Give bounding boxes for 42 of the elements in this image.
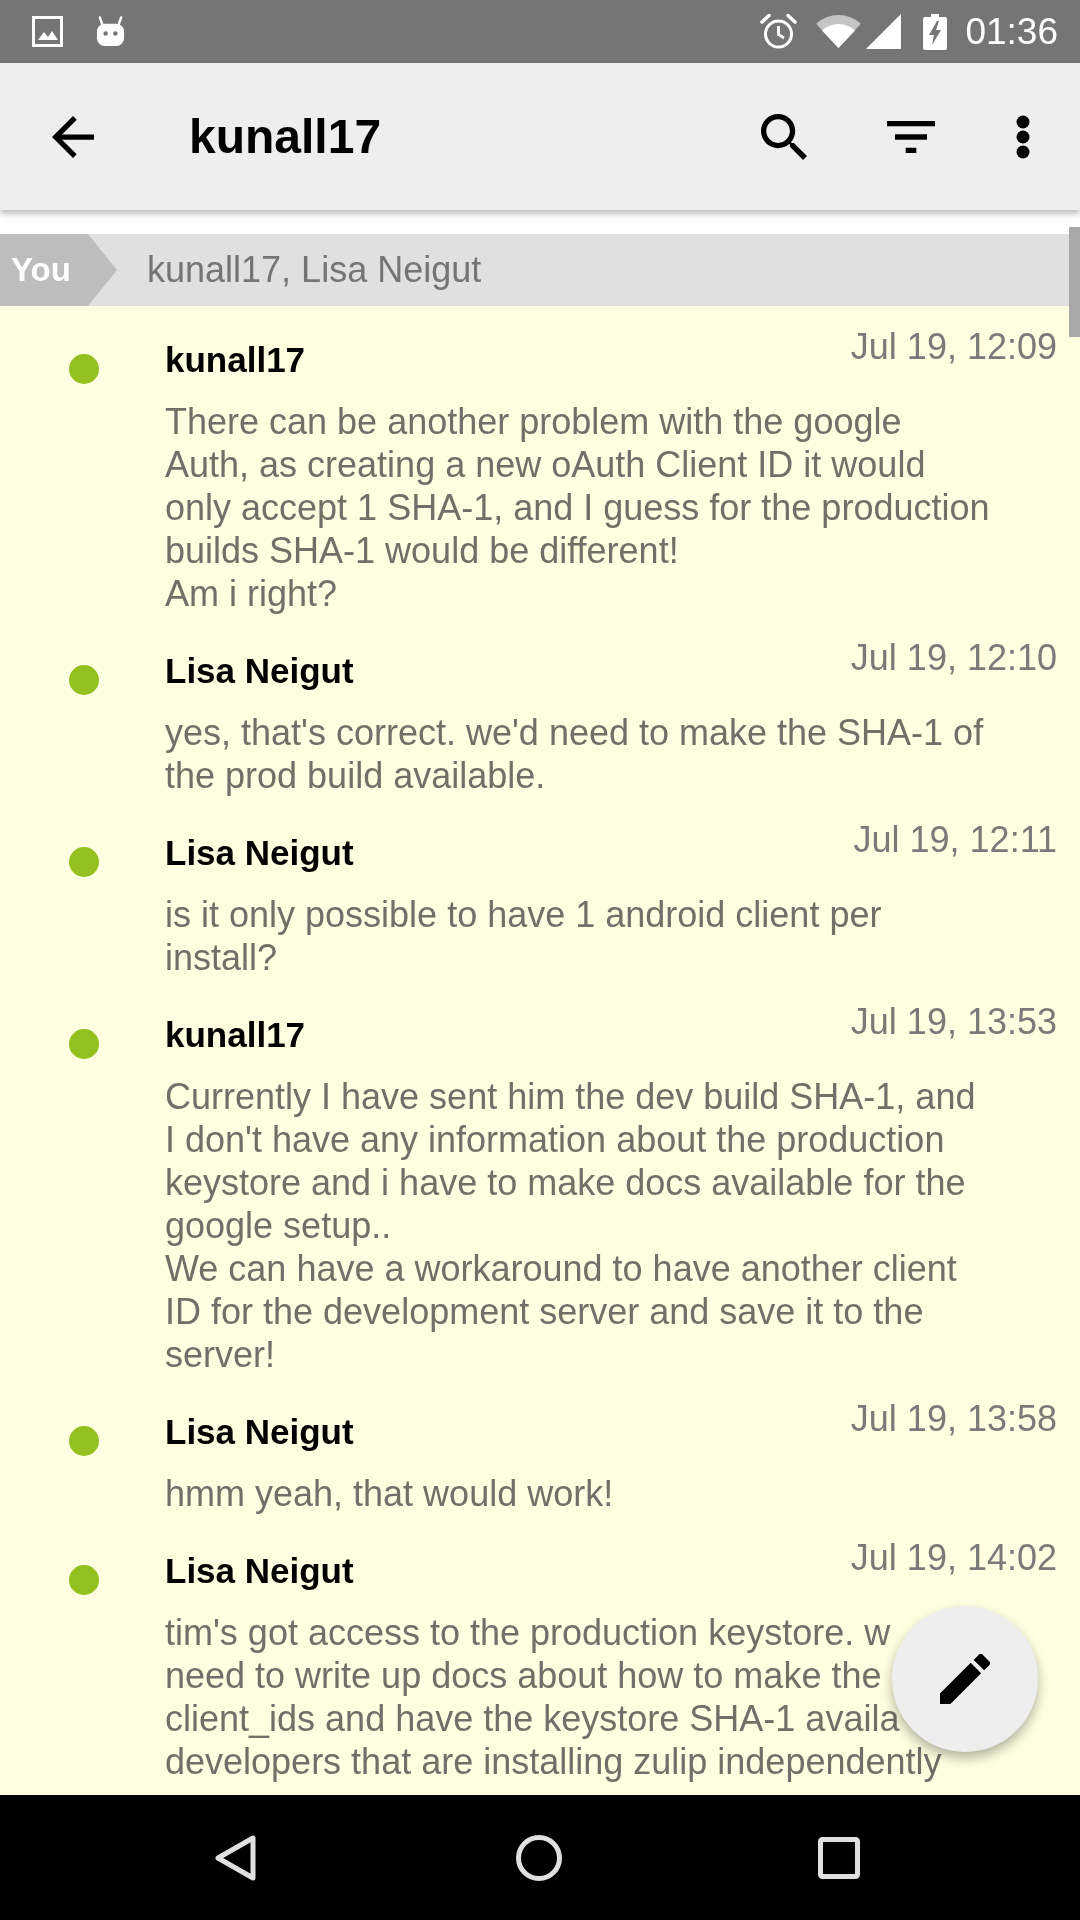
home-icon[interactable] bbox=[516, 1834, 562, 1881]
message-time: Jul 19, 14:02 bbox=[850, 1536, 1057, 1579]
sender-name: Lisa Neigut bbox=[165, 832, 354, 874]
recents-icon[interactable] bbox=[818, 1836, 860, 1879]
more-icon[interactable] bbox=[1016, 114, 1030, 159]
robot-head-icon bbox=[95, 16, 126, 47]
wifi-icon bbox=[815, 14, 863, 49]
message-text: yes, that's correct. we'd need to make the SHA-1 of the prod build available. bbox=[165, 711, 984, 797]
sender-name: kunall17 bbox=[165, 1014, 306, 1056]
back-icon[interactable] bbox=[213, 1833, 257, 1882]
status-dot-icon bbox=[69, 847, 99, 877]
sender-name: Lisa Neigut bbox=[165, 650, 354, 692]
message-text: is it only possible to have 1 android client per install? bbox=[165, 893, 882, 979]
status-dot-icon bbox=[69, 354, 99, 384]
self-tag: You bbox=[0, 234, 117, 306]
filter-icon[interactable] bbox=[887, 120, 935, 153]
message-time: Jul 19, 12:09 bbox=[850, 325, 1057, 368]
message-text: Currently I have sent him the dev build SHA-1, and I don't have any information about the production keystore and i have to make docs available for the google setup.. We can have a workaround to have another client ID for the development server and save it to the server! bbox=[165, 1075, 976, 1376]
alarm-clock-icon bbox=[760, 13, 798, 50]
message-text: hmm yeah, that would work! bbox=[165, 1472, 614, 1515]
back-arrow-icon[interactable] bbox=[52, 115, 94, 158]
sender-name: Lisa Neigut bbox=[165, 1550, 354, 1592]
message-time: Jul 19, 13:53 bbox=[850, 1000, 1057, 1043]
pencil-icon bbox=[940, 1654, 990, 1704]
message-time: Jul 19, 12:11 bbox=[853, 818, 1057, 861]
message-text: tim's got access to the production keystore. w need to write up docs about how to make the client_ids and have the keystore SHA-1 availa developers that are installing zulip independently bbox=[165, 1611, 942, 1783]
message-time: Jul 19, 13:58 bbox=[850, 1397, 1057, 1440]
conversation-title: kunall17 bbox=[189, 112, 382, 161]
battery-charging-icon bbox=[923, 13, 948, 50]
recipients-text: kunall17, Lisa Neigut bbox=[147, 252, 482, 288]
status-dot-icon bbox=[69, 665, 99, 695]
status-dot-icon bbox=[69, 1029, 99, 1059]
sender-name: kunall17 bbox=[165, 339, 306, 381]
message-text: There can be another problem with the google Auth, as creating a new oAuth Client ID it would only accept 1 SHA-1, and I guess for the production builds SHA-1 would be different! Am i right? bbox=[165, 400, 990, 615]
sender-name: Lisa Neigut bbox=[165, 1411, 354, 1453]
status-dot-icon bbox=[69, 1426, 99, 1456]
signal-icon bbox=[866, 14, 902, 49]
search-icon[interactable] bbox=[761, 113, 807, 160]
message-time: Jul 19, 12:10 bbox=[850, 636, 1057, 679]
image-icon bbox=[32, 16, 63, 47]
status-dot-icon bbox=[69, 1565, 99, 1595]
status-time: 01:36 bbox=[965, 13, 1058, 50]
